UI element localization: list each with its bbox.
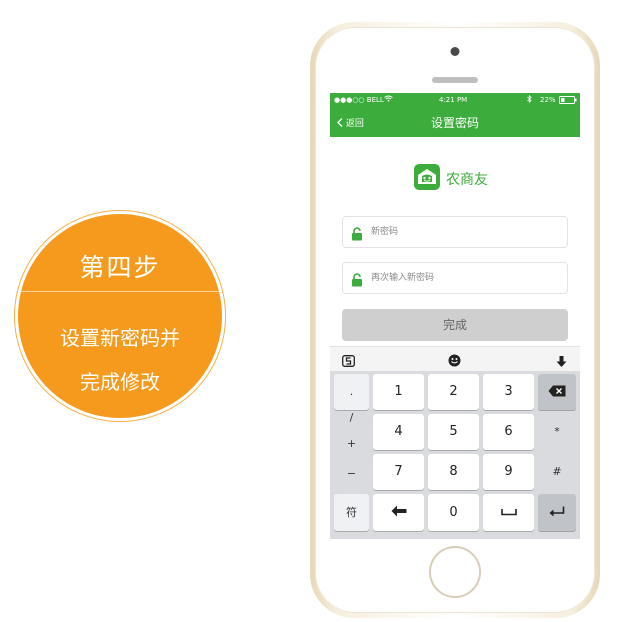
key-enter[interactable]	[538, 494, 576, 531]
key-space[interactable]	[483, 494, 534, 531]
key-6[interactable]: 6	[483, 414, 534, 450]
step-description-line2: 完成修改	[80, 370, 160, 394]
front-camera	[450, 47, 460, 56]
confirm-password-field[interactable]	[342, 262, 568, 294]
battery-percent: 22%	[540, 96, 556, 104]
key-symbols[interactable]: 符	[334, 494, 369, 531]
nav-bar: 返回 设置密码	[330, 107, 580, 137]
step-title: 第四步	[79, 253, 161, 282]
submit-button[interactable]: 完成	[342, 309, 568, 341]
step-divider	[18, 291, 222, 292]
ime-logo-icon[interactable]	[342, 352, 355, 371]
enter-icon	[549, 505, 565, 519]
app-logo-icon	[414, 164, 440, 190]
space-icon	[500, 505, 517, 520]
hide-keyboard-icon[interactable]	[556, 353, 567, 372]
new-password-field[interactable]	[342, 216, 568, 248]
key-5[interactable]: 5	[428, 414, 479, 450]
phone-screen: ●●●○○ BELL 4:21 PM 22% 返回 设置密码 农商友 完成 . …	[330, 93, 580, 539]
unlock-icon	[351, 226, 363, 245]
app-logo-text: 农商友	[446, 172, 488, 188]
key-2[interactable]: 2	[428, 374, 479, 410]
unlock-icon	[351, 272, 363, 291]
page-title: 设置密码	[430, 116, 479, 130]
backspace-icon	[548, 385, 566, 399]
key-8[interactable]: 8	[428, 454, 479, 490]
home-button[interactable]	[429, 546, 481, 598]
battery-icon	[559, 96, 577, 106]
arrow-left-icon	[391, 505, 407, 520]
key-backspace-arrow[interactable]	[373, 494, 424, 531]
carrier-signal: ●●●○○ BELL	[334, 96, 384, 104]
key-1[interactable]: 1	[373, 374, 424, 410]
clock: 4:21 PM	[439, 96, 468, 104]
step-badge: 第四步 设置新密码并 完成修改	[15, 211, 225, 421]
wifi-icon	[384, 95, 393, 104]
step-badge-circle: 第四步 设置新密码并 完成修改	[18, 214, 222, 418]
key-4[interactable]: 4	[373, 414, 424, 450]
key-delete[interactable]	[538, 374, 576, 410]
key-3[interactable]: 3	[483, 374, 534, 410]
bluetooth-icon	[527, 94, 532, 105]
numeric-keypad: . / + − 符 1 2 3 4 5 6 7 8 9 0 * #	[330, 371, 580, 539]
emoji-icon[interactable]	[448, 352, 461, 371]
keyboard-toolbar	[330, 346, 580, 372]
key-7[interactable]: 7	[373, 454, 424, 490]
key-slash[interactable]: /	[334, 403, 369, 433]
key-asterisk[interactable]: *	[538, 414, 576, 450]
earpiece-speaker	[432, 77, 478, 83]
new-password-input[interactable]	[371, 225, 561, 239]
status-bar: ●●●○○ BELL 4:21 PM 22%	[330, 93, 580, 107]
key-plus[interactable]: +	[334, 430, 369, 458]
key-minus[interactable]: −	[334, 459, 369, 489]
step-description-line1: 设置新密码并	[60, 326, 180, 350]
confirm-password-input[interactable]	[371, 271, 561, 285]
key-hash[interactable]: #	[538, 454, 576, 490]
key-9[interactable]: 9	[483, 454, 534, 490]
key-0[interactable]: 0	[428, 494, 479, 531]
